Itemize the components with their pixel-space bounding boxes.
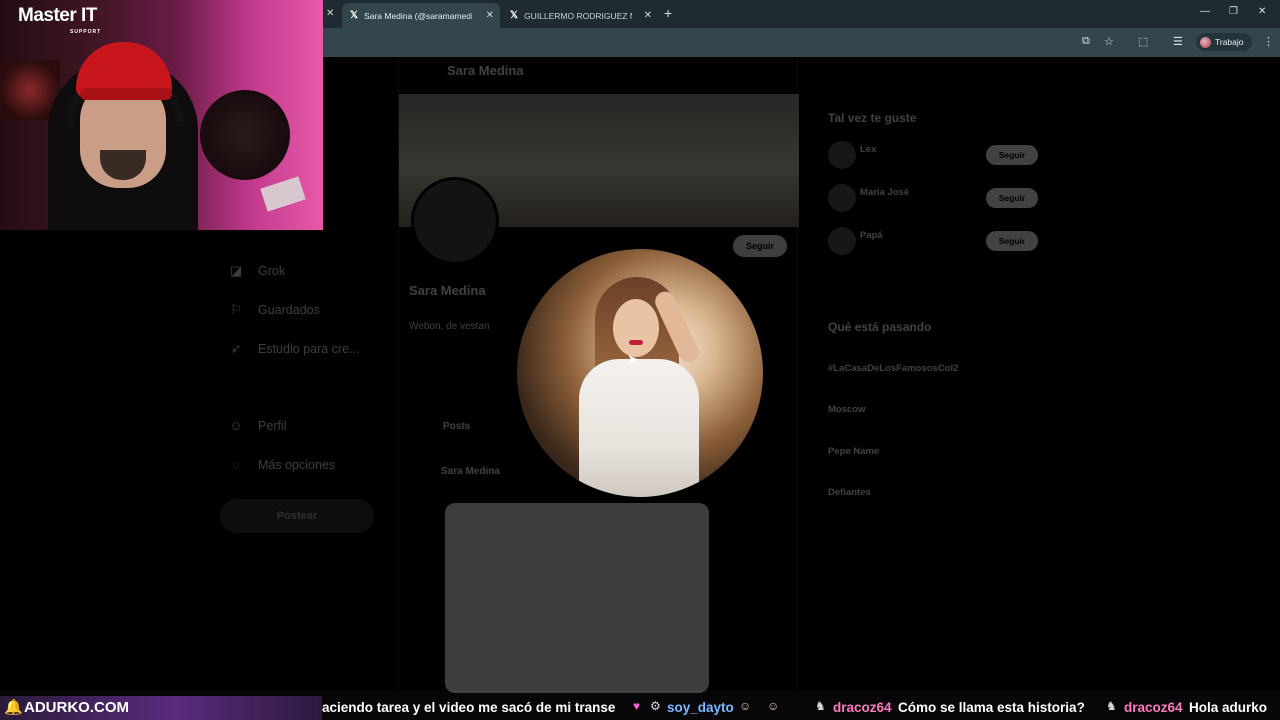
post-button[interactable]: Postear [220,499,374,533]
who-item[interactable]: Maria José Seguir [828,184,1054,214]
restore-icon[interactable]: ❐ [1229,6,1238,17]
who-name: Papá [860,230,883,241]
background-box [260,176,306,212]
mouse-cursor-icon: ➤ [627,351,639,367]
emote-icon: ☺ [767,699,780,713]
ticker-username: soy_dayto [667,700,734,715]
install-app-icon[interactable]: ⧉ [1082,35,1090,48]
profile-chip[interactable]: Trabajo [1196,33,1252,51]
trends-title: Qué está pasando [828,320,932,334]
browser-menu-icon[interactable]: ⋮ [1263,35,1274,48]
tab-sara-medina[interactable]: 𝕏 Sara Medina (@saramamedina ✕ [342,3,500,28]
profile-bio: Webon, de vestan [409,321,490,332]
tweet-author[interactable]: Sara Medina [441,466,500,477]
avatar [828,141,856,169]
nav-item-perfil[interactable]: ☺ Perfil [228,418,286,433]
nav-item-mas-opciones[interactable]: ◌ Más opciones [228,457,335,472]
follow-button[interactable]: Seguir [733,235,787,257]
tab-label: Sara Medina (@saramamedina [364,10,473,21]
nav-item-estudio[interactable]: ➶ Estudio para cre... [228,341,360,357]
nav-label: Estudio para cre... [258,342,360,356]
heart-badge-icon: ♥ [633,699,641,713]
avatar [828,227,856,255]
profile-photo-enlarged[interactable] [517,249,763,497]
nav-item-grok[interactable]: ◪ Grok [228,263,285,279]
media-control-icon[interactable]: ☰ [1173,35,1183,48]
master-it-logo: Master IT [18,5,97,26]
tab-label: GUILLERMO RODRIGUEZ M (@ [524,10,632,21]
tweet-media-card[interactable] [445,503,709,693]
bookmark-star-icon[interactable]: ☆ [1104,35,1114,48]
avatar [828,184,856,212]
who-name: Maria José [860,187,910,198]
screen: { "browser": { "tabs": [ {"label": "Sara… [0,0,1280,720]
ticker-message: Cómo se llama esta historia? [898,700,1085,715]
who-item[interactable]: Lex Seguir [828,141,1054,171]
profile-avatar-small[interactable] [411,177,499,265]
photo-face [613,299,659,357]
close-window-icon[interactable]: ✕ [1258,6,1266,17]
who-to-follow-title: Tal vez te guste [828,111,917,125]
photo-lips [629,340,643,345]
person-icon: ☺ [229,418,243,433]
user-badge-icon: ♞ [1106,699,1117,713]
nav-label: Más opciones [258,457,336,472]
follow-button[interactable]: Seguir [986,188,1038,208]
bell-icon: 🔔 [4,699,23,716]
tab-posts[interactable]: Posts [443,421,470,432]
ticker-username: dracoz64 [833,700,892,715]
ticker-message: aciendo tarea y el video me sacó de mi t… [322,700,616,715]
photo-dress [579,359,699,497]
webcam-overlay: Master IT SUPPORT [0,0,323,230]
trend-item[interactable]: Moscow [828,404,865,415]
tab-guillermo-rodriguez[interactable]: 𝕏 GUILLERMO RODRIGUEZ M (@ ✕ [502,3,658,28]
bookmark-icon: ⚐ [230,302,242,317]
trend-item[interactable]: Pepe Name [828,446,879,457]
profile-name: Sara Medina [409,283,486,298]
who-name: Lex [860,144,877,155]
profile-avatar [1200,36,1211,48]
cap-brim [80,88,172,100]
user-badge-icon: ♞ [815,699,826,713]
follow-button[interactable]: Seguir [986,231,1038,251]
more-circle-icon: ◌ [232,457,240,472]
trend-item[interactable]: #LaCasaDeLosFamososCol2 [828,363,958,374]
follow-button[interactable]: Seguir [986,145,1038,165]
chat-ticker: 🔔 ADURKO.COM aciendo tarea y el video me… [0,696,1280,720]
x-logo-icon: 𝕏 [510,10,519,21]
who-item[interactable]: Papá Seguir [828,227,1054,257]
minimize-icon[interactable]: — [1200,6,1210,17]
nav-label: Grok [258,264,286,278]
nav-label: Perfil [258,418,287,433]
profile-chip-label: Trabajo [1215,37,1244,47]
master-it-logo-sub: SUPPORT [70,29,102,35]
brand-text: ADURKO.COM [24,699,129,716]
profile-header-name: Sara Medina [447,63,524,78]
ticker-brand: 🔔 ADURKO.COM [0,696,322,720]
user-badge-icon: ⚙ [650,699,661,713]
extensions-icon[interactable]: ⬚ [1138,35,1148,48]
trend-item[interactable]: Defiantes [828,487,871,498]
tab-close-icon[interactable]: ✕ [644,10,652,21]
grok-icon: ◪ [229,263,243,278]
ticker-username: dracoz64 [1124,700,1183,715]
new-tab-icon[interactable]: + [664,5,672,21]
x-logo-icon: 𝕏 [350,10,359,21]
emote-icon: ☺ [739,699,752,713]
ticker-message: Hola adurko [1189,700,1268,715]
background-plant [200,90,290,180]
prev-tab-close-icon[interactable]: ✕ [326,8,334,19]
nav-item-guardados[interactable]: ⚐ Guardados [228,302,320,318]
tab-close-icon[interactable]: ✕ [486,10,494,21]
rocket-icon: ➶ [230,341,242,356]
nav-label: Guardados [258,303,320,317]
